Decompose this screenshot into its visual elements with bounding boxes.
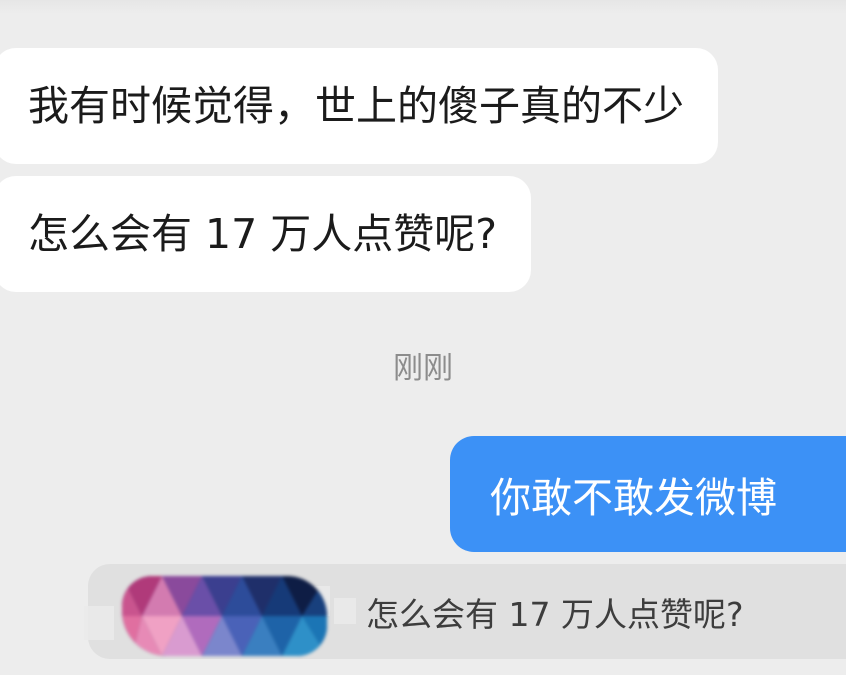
message-text: 我有时候觉得，世上的傻子真的不少 [28,81,684,130]
outgoing-message[interactable]: 你敢不敢发微博 [450,436,846,552]
redacted-avatar [122,576,327,656]
message-text: 怎么会有 17 万人点赞呢? [28,209,497,258]
message-text: 你敢不敢发微博 [490,474,777,522]
quoted-message[interactable]: 怎么会有 17 万人点赞呢? [84,564,846,659]
top-edge [0,0,846,14]
blur-artifact [84,606,114,640]
incoming-message[interactable]: 怎么会有 17 万人点赞呢? [0,176,531,292]
blur-artifact [334,598,356,624]
chat-view: 我有时候觉得，世上的傻子真的不少 怎么会有 17 万人点赞呢? 刚刚 你敢不敢发… [0,0,846,675]
quoted-text: 怎么会有 17 万人点赞呢? [366,594,744,634]
mosaic-icon [122,576,327,656]
message-timestamp: 刚刚 [393,351,453,386]
incoming-message[interactable]: 我有时候觉得，世上的傻子真的不少 [0,48,718,164]
